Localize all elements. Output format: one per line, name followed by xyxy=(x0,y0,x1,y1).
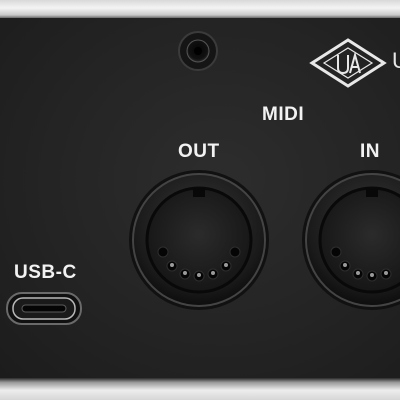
midi-in-port[interactable] xyxy=(302,170,400,310)
chassis-bottom-rim xyxy=(0,378,400,400)
headphone-jack-icon xyxy=(178,31,218,71)
panel-hardware xyxy=(6,31,400,325)
midi-out-label: OUT xyxy=(178,141,220,162)
midi-out-port[interactable] xyxy=(129,170,269,310)
usb-c-port-icon[interactable] xyxy=(6,292,82,325)
midi-label: MIDI xyxy=(262,104,305,125)
ua-diamond-logo-icon xyxy=(309,38,387,88)
usb-c-label: USB-C xyxy=(14,262,77,283)
brand-text-partial: U xyxy=(392,48,400,73)
midi-in-label: IN xyxy=(360,141,380,162)
